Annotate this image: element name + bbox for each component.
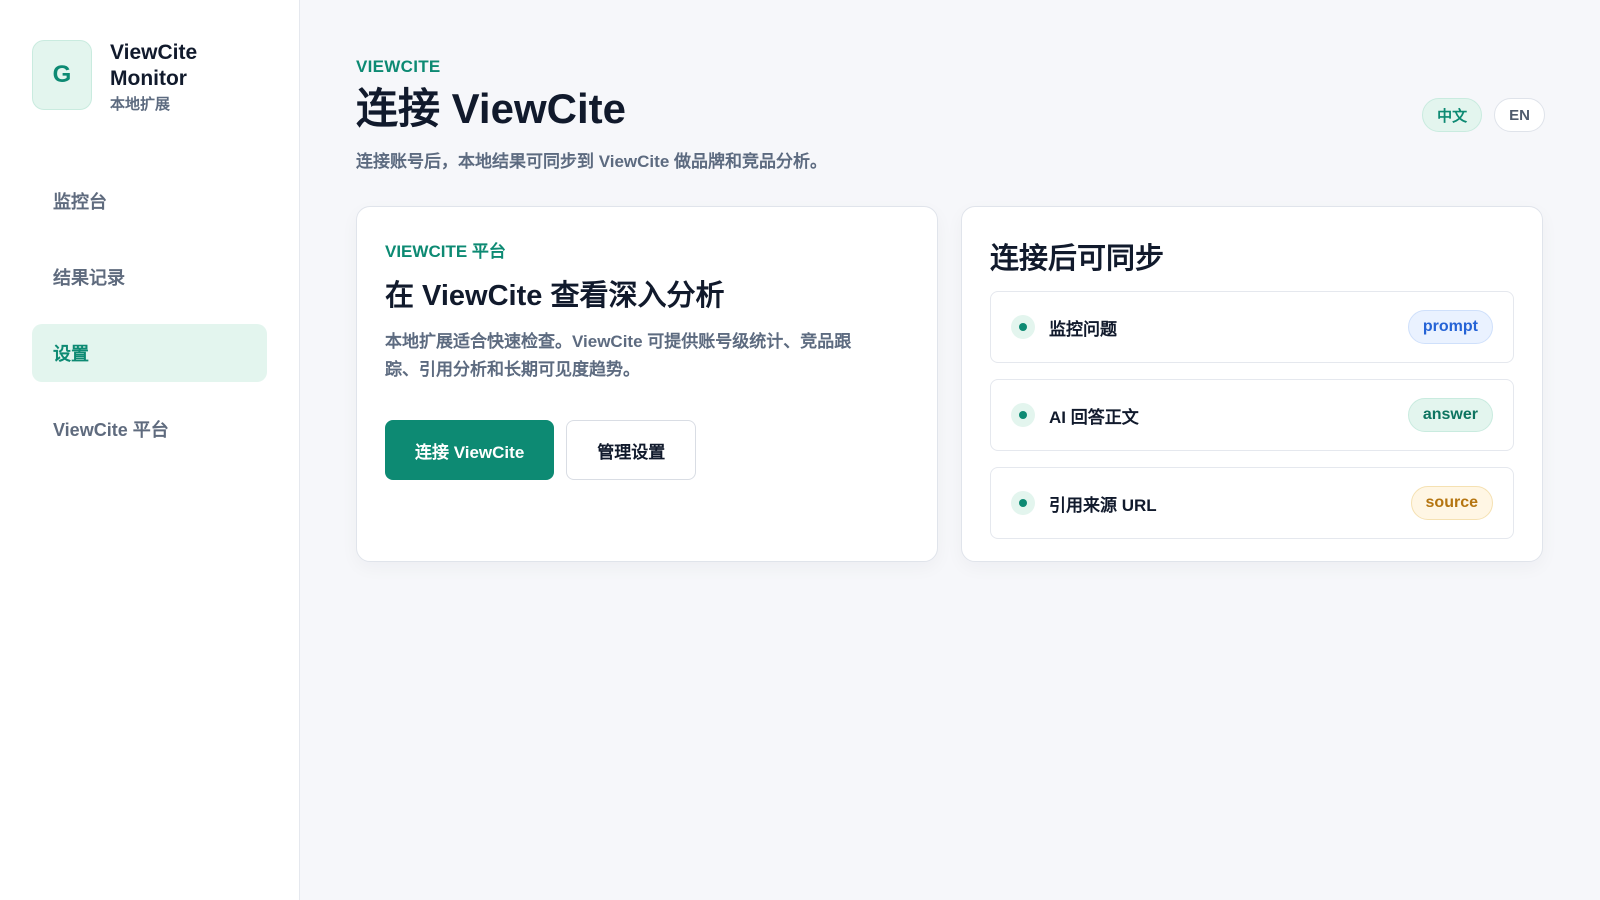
brand-name: ViewCite Monitor — [110, 41, 198, 90]
source-tag: source — [1410, 486, 1493, 520]
page-subtitle: 连接账号后，本地结果可同步到 ViewCite 做品牌和竞品分析。 — [356, 152, 827, 171]
status-dot-icon — [1011, 491, 1035, 515]
brand-subtitle: 本地扩展 — [110, 96, 171, 113]
sync-item-prompt: 监控问题 prompt — [990, 291, 1514, 363]
language-switcher: 中文 EN — [1422, 98, 1545, 132]
sync-item-label: 引用来源 URL — [1049, 495, 1157, 515]
status-dot-icon — [1011, 403, 1035, 427]
brand: G ViewCite Monitor 本地扩展 — [32, 40, 267, 114]
sync-card-title: 连接后可同步 — [990, 243, 1165, 275]
platform-card-description: 本地扩展适合快速检查。ViewCite 可提供账号级统计、竞品跟踪、引用分析和长… — [385, 332, 852, 379]
sync-item-answer: AI 回答正文 answer — [990, 379, 1514, 451]
prompt-tag: prompt — [1407, 310, 1493, 344]
page-eyebrow: VIEWCITE — [356, 57, 441, 76]
brand-text: ViewCite Monitor 本地扩展 — [110, 40, 250, 114]
platform-card: VIEWCITE 平台 在 ViewCite 查看深入分析 本地扩展适合快速检查… — [356, 206, 938, 562]
lang-zh-button[interactable]: 中文 — [1422, 98, 1483, 132]
sync-item-label: AI 回答正文 — [1049, 407, 1139, 427]
sidebar-item-dashboard[interactable]: 监控台 — [32, 172, 267, 230]
manage-settings-button[interactable]: 管理设置 — [566, 420, 697, 480]
sync-card: 连接后可同步 监控问题 prompt AI 回答正文 answer 引用来源 U… — [961, 206, 1543, 562]
sidebar-item-platform[interactable]: ViewCite 平台 — [32, 400, 267, 458]
sync-item-source: 引用来源 URL source — [990, 467, 1514, 539]
page-title: 连接 ViewCite — [356, 85, 626, 132]
sidebar-item-results[interactable]: 结果记录 — [32, 248, 267, 306]
sync-list: 监控问题 prompt AI 回答正文 answer 引用来源 URL sour… — [990, 291, 1514, 539]
connect-viewcite-button[interactable]: 连接 ViewCite — [385, 420, 555, 480]
main-content: VIEWCITE 连接 ViewCite 连接账号后，本地结果可同步到 View… — [300, 0, 1600, 900]
platform-card-actions: 连接 ViewCite 管理设置 — [385, 420, 909, 480]
logo-icon: G — [32, 40, 92, 110]
sidebar: G ViewCite Monitor 本地扩展 监控台 结果记录 设置 View… — [0, 0, 300, 900]
answer-tag: answer — [1407, 398, 1493, 432]
sidebar-nav: 监控台 结果记录 设置 ViewCite 平台 — [32, 172, 267, 458]
platform-card-title: 在 ViewCite 查看深入分析 — [385, 280, 725, 312]
app-root: G ViewCite Monitor 本地扩展 监控台 结果记录 设置 View… — [0, 0, 1600, 900]
lang-en-button[interactable]: EN — [1494, 98, 1545, 132]
status-dot-icon — [1011, 315, 1035, 339]
cards-row: VIEWCITE 平台 在 ViewCite 查看深入分析 本地扩展适合快速检查… — [356, 206, 1545, 562]
platform-card-eyebrow: VIEWCITE 平台 — [385, 242, 506, 261]
sync-item-label: 监控问题 — [1049, 319, 1117, 339]
sidebar-item-settings[interactable]: 设置 — [32, 324, 267, 382]
